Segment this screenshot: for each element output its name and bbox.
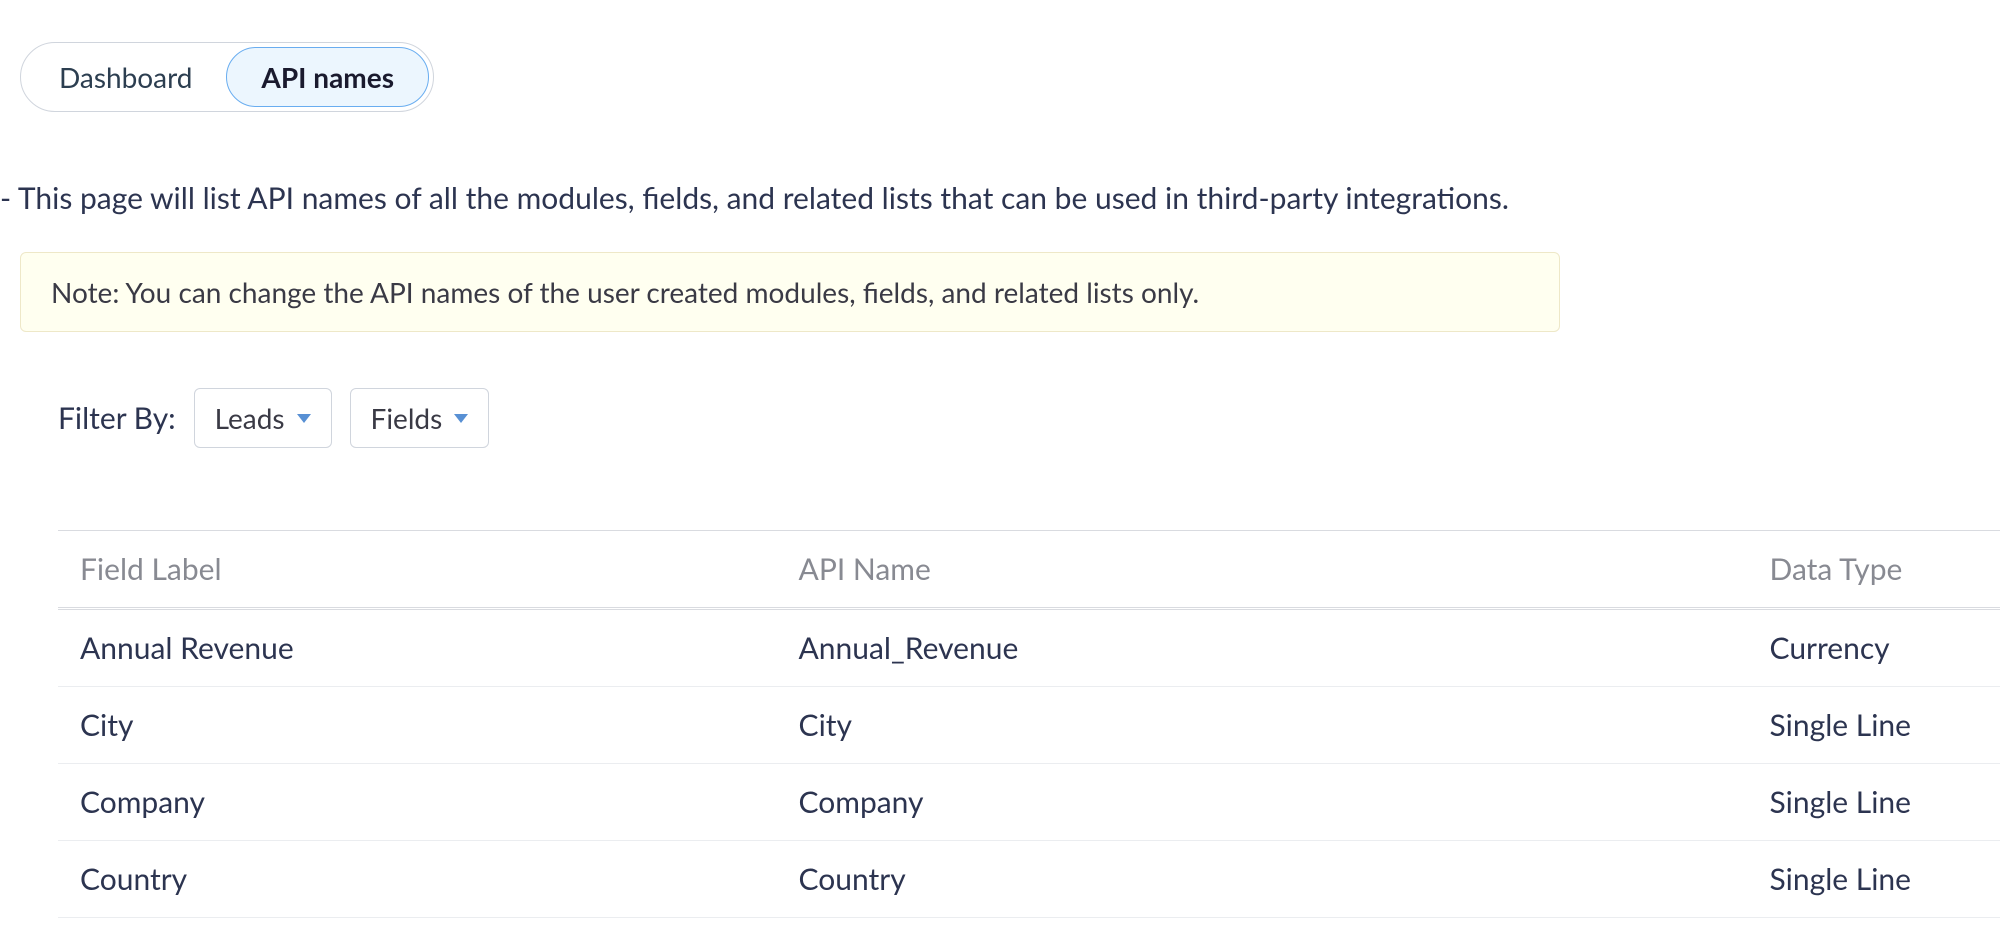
filter-label: Filter By: xyxy=(58,400,176,436)
tab-group: Dashboard API names xyxy=(20,42,434,112)
cell-data-type: Single Line xyxy=(1748,687,2000,764)
cell-api-name: City xyxy=(777,687,1748,764)
caret-down-icon xyxy=(297,414,311,423)
api-table: Field Label API Name Data Type Annual Re… xyxy=(58,530,2000,918)
cell-api-name: Country xyxy=(777,841,1748,918)
table-row: Annual Revenue Annual_Revenue Currency xyxy=(58,609,2000,687)
cell-data-type: Single Line xyxy=(1748,764,2000,841)
note-box: Note: You can change the API names of th… xyxy=(20,252,1560,332)
cell-field-label: Annual Revenue xyxy=(58,609,777,687)
cell-api-name: Annual_Revenue xyxy=(777,609,1748,687)
tab-dashboard[interactable]: Dashboard xyxy=(25,48,226,106)
filter-row: Filter By: Leads Fields xyxy=(58,388,2000,448)
api-table-wrap: Field Label API Name Data Type Annual Re… xyxy=(58,530,2000,918)
cell-data-type: Single Line xyxy=(1748,841,2000,918)
cell-field-label: City xyxy=(58,687,777,764)
filter-module-dropdown[interactable]: Leads xyxy=(194,388,332,448)
col-field-label: Field Label xyxy=(58,531,777,609)
table-row: Country Country Single Line xyxy=(58,841,2000,918)
filter-module-value: Leads xyxy=(215,401,285,435)
col-api-name: API Name xyxy=(777,531,1748,609)
cell-field-label: Country xyxy=(58,841,777,918)
cell-field-label: Company xyxy=(58,764,777,841)
cell-data-type: Currency xyxy=(1748,609,2000,687)
table-row: City City Single Line xyxy=(58,687,2000,764)
caret-down-icon xyxy=(454,414,468,423)
filter-type-dropdown[interactable]: Fields xyxy=(350,388,490,448)
tab-api-names[interactable]: API names xyxy=(226,47,429,107)
intro-text: - This page will list API names of all t… xyxy=(0,180,2000,216)
table-row: Company Company Single Line xyxy=(58,764,2000,841)
cell-api-name: Company xyxy=(777,764,1748,841)
col-data-type: Data Type xyxy=(1748,531,2000,609)
table-header-row: Field Label API Name Data Type xyxy=(58,531,2000,609)
filter-type-value: Fields xyxy=(371,401,443,435)
